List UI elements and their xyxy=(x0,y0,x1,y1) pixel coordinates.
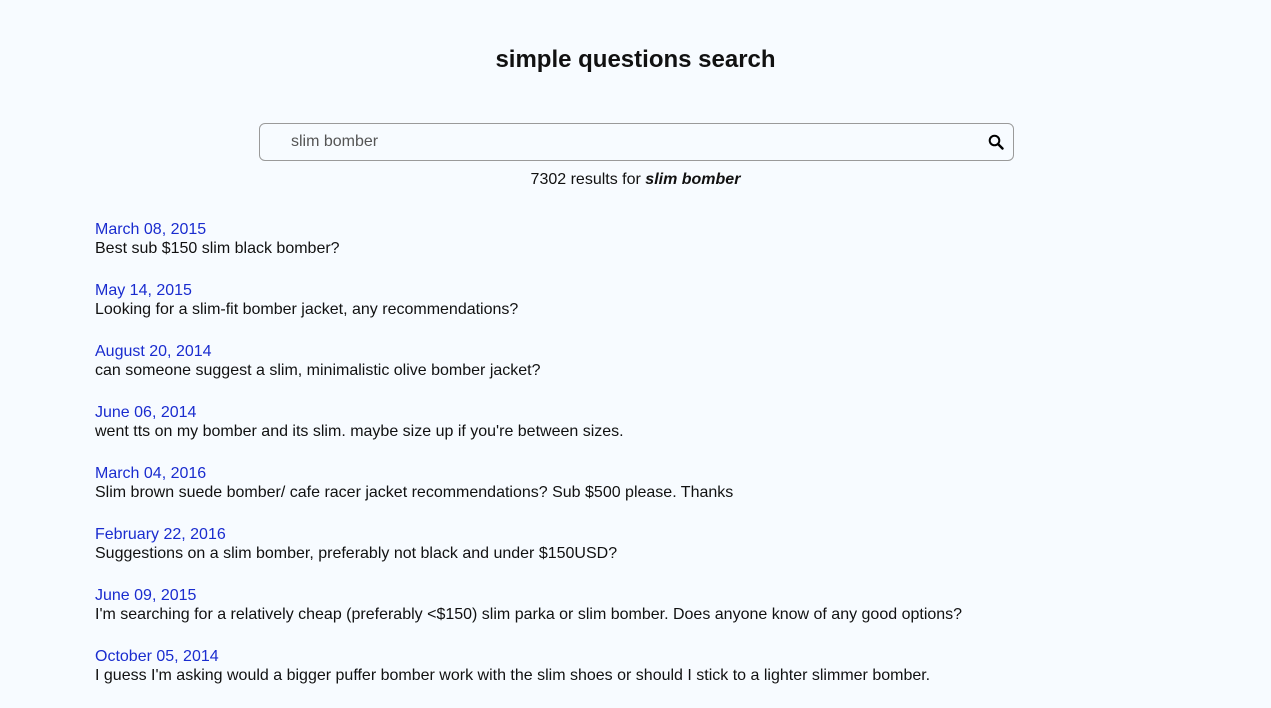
result-text: Best sub $150 slim black bomber? xyxy=(95,240,340,257)
list-item: June 06, 2014 went tts on my bomber and … xyxy=(95,403,1195,464)
result-count-query: slim bomber xyxy=(645,171,741,188)
result-text: I guess I'm asking would a bigger puffer… xyxy=(95,667,931,684)
result-text: Suggestions on a slim bomber, preferably… xyxy=(95,545,618,562)
result-date-link[interactable]: June 09, 2015 xyxy=(95,586,1195,605)
result-text: I'm searching for a relatively cheap (pr… xyxy=(95,606,963,623)
search-input[interactable] xyxy=(291,124,981,160)
list-item: October 05, 2014 I guess I'm asking woul… xyxy=(95,647,1195,708)
search-box xyxy=(259,123,1014,161)
search-icon[interactable] xyxy=(988,134,1004,150)
result-text: Looking for a slim-fit bomber jacket, an… xyxy=(95,301,519,318)
list-item: June 09, 2015 I'm searching for a relati… xyxy=(95,586,1195,647)
result-date-link[interactable]: March 04, 2016 xyxy=(95,464,1195,483)
result-text: can someone suggest a slim, minimalistic… xyxy=(95,362,541,379)
results-list: March 08, 2015 Best sub $150 slim black … xyxy=(95,220,1195,708)
result-count-label: results for xyxy=(570,171,641,188)
list-item: August 20, 2014 can someone suggest a sl… xyxy=(95,342,1195,403)
result-date-link[interactable]: February 22, 2016 xyxy=(95,525,1195,544)
result-date-link[interactable]: March 08, 2015 xyxy=(95,220,1195,239)
result-count-number: 7302 xyxy=(530,171,567,188)
result-count: 7302 results for slim bomber xyxy=(0,170,1271,190)
list-item: February 22, 2016 Suggestions on a slim … xyxy=(95,525,1195,586)
list-item: March 04, 2016 Slim brown suede bomber/ … xyxy=(95,464,1195,525)
result-date-link[interactable]: June 06, 2014 xyxy=(95,403,1195,422)
list-item: March 08, 2015 Best sub $150 slim black … xyxy=(95,220,1195,281)
result-text: Slim brown suede bomber/ cafe racer jack… xyxy=(95,484,734,501)
result-date-link[interactable]: October 05, 2014 xyxy=(95,647,1195,666)
result-text: went tts on my bomber and its slim. mayb… xyxy=(95,423,624,440)
result-date-link[interactable]: August 20, 2014 xyxy=(95,342,1195,361)
page-title: simple questions search xyxy=(495,46,776,73)
list-item: May 14, 2015 Looking for a slim-fit bomb… xyxy=(95,281,1195,342)
result-date-link[interactable]: May 14, 2015 xyxy=(95,281,1195,300)
